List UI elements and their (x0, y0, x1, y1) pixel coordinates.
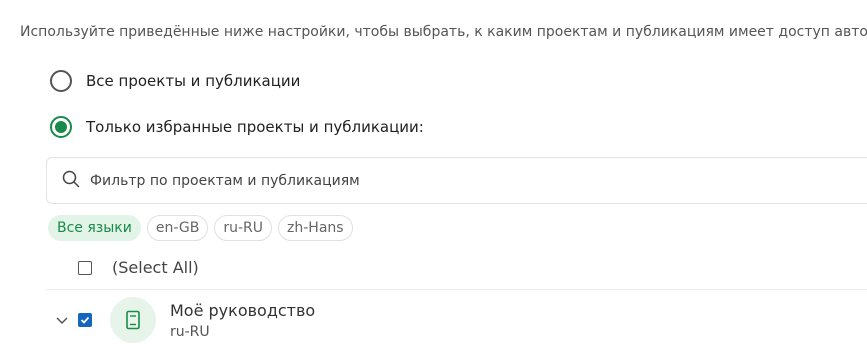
chevron-down-icon[interactable] (52, 315, 72, 325)
project-checkbox[interactable] (78, 313, 92, 327)
book-icon (110, 297, 156, 343)
radio-all-projects[interactable]: Все проекты и публикации (50, 70, 300, 92)
select-all-row[interactable]: (Select All) (78, 258, 199, 277)
search-icon (62, 170, 80, 192)
radio-all-label: Все проекты и публикации (86, 72, 301, 90)
select-all-label: (Select All) (112, 258, 199, 277)
chip-en-gb[interactable]: en-GB (146, 215, 209, 241)
chip-all-languages[interactable]: Все языки (48, 215, 141, 241)
search-input[interactable] (88, 171, 852, 190)
intro-text: Используйте приведённые ниже настройки, … (20, 24, 867, 40)
project-row[interactable]: Моё руководство ru-RU (52, 297, 315, 343)
radio-selected-projects[interactable]: Только избранные проекты и публикации: (50, 116, 424, 138)
divider (46, 289, 867, 290)
radio-button[interactable] (50, 70, 72, 92)
radio-button-checked[interactable] (50, 116, 72, 138)
project-language: ru-RU (170, 323, 210, 340)
radio-selected-label: Только избранные проекты и публикации: (86, 118, 424, 136)
search-box[interactable] (46, 157, 867, 204)
language-filter-chips: Все языки en-GB ru-RU zh-Hans (48, 215, 353, 241)
chip-ru-ru[interactable]: ru-RU (214, 215, 273, 241)
project-title: Моё руководство (170, 300, 316, 320)
chip-zh-hans[interactable]: zh-Hans (278, 215, 353, 241)
select-all-checkbox[interactable] (78, 260, 92, 275)
